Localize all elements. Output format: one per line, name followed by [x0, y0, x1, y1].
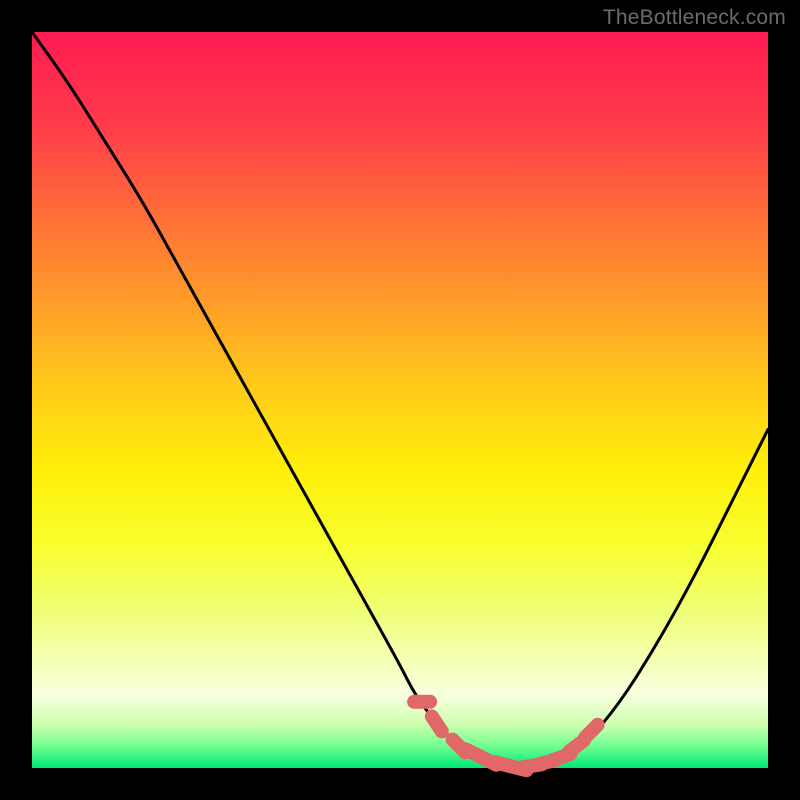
bottleneck-curve	[32, 32, 768, 768]
curve-svg	[32, 32, 768, 768]
highlight-markers	[414, 702, 598, 770]
watermark-text: TheBottleneck.com	[603, 6, 786, 30]
plot-area	[32, 32, 768, 768]
chart-frame: TheBottleneck.com	[0, 0, 800, 800]
highlight-marker	[585, 725, 598, 738]
highlight-marker	[432, 716, 442, 731]
